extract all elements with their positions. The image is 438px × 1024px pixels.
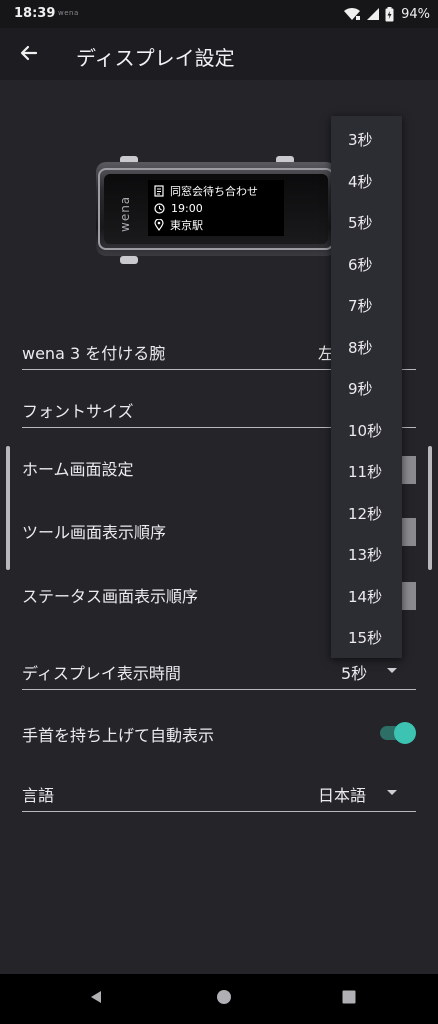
device-brand-logo: wena (118, 195, 132, 232)
page-title: ディスプレイ設定 (76, 46, 235, 70)
raise-to-wake-toggle[interactable] (380, 722, 416, 744)
signal-icon (366, 7, 380, 21)
calendar-icon (154, 185, 164, 197)
setting-raise-to-wake[interactable]: 手首を持ち上げて自動表示 (22, 718, 416, 752)
dropdown-option[interactable]: 15秒 (331, 617, 402, 658)
screen-row-time: 19:00 (154, 200, 203, 216)
recents-square-icon (341, 989, 357, 1009)
device-preview: wena 同窓会待ち合わせ 19:00 東京駅 (96, 150, 336, 270)
screen-time-text: 19:00 (171, 201, 203, 215)
app-bar: ディスプレイ設定 (0, 28, 438, 80)
drag-handle[interactable] (402, 518, 416, 546)
wifi-icon (343, 7, 361, 21)
status-icons: 94% (343, 5, 430, 23)
setting-language-value: 日本語 (318, 786, 367, 805)
device-button-bottom-left (120, 256, 138, 264)
setting-status-order-label: ステータス画面表示順序 (22, 587, 199, 606)
drag-handle[interactable] (402, 456, 416, 484)
dropdown-option[interactable]: 4秒 (331, 161, 402, 202)
dropdown-option[interactable]: 6秒 (331, 244, 402, 285)
nav-back-button[interactable] (84, 987, 108, 1011)
dropdown-option[interactable]: 5秒 (331, 202, 402, 243)
screen-row-location: 東京駅 (154, 217, 203, 233)
setting-raise-to-wake-label: 手首を持ち上げて自動表示 (22, 726, 215, 745)
home-circle-icon (216, 989, 232, 1009)
screen-row-event: 同窓会待ち合わせ (154, 183, 258, 199)
back-triangle-icon (88, 989, 104, 1009)
location-icon (154, 219, 164, 231)
arrow-left-icon (19, 43, 39, 67)
setting-language-label: 言語 (22, 786, 55, 805)
drag-handle[interactable] (402, 582, 416, 610)
status-bar: 18:39 wena 94% (0, 0, 438, 28)
setting-tool-order-label: ツール画面表示順序 (22, 523, 167, 542)
back-button[interactable] (14, 40, 44, 70)
status-app-label: wena (58, 9, 79, 17)
scroll-indicator-left (6, 446, 10, 570)
clock-icon (154, 202, 165, 214)
setting-wrist-label: wena 3 を付ける腕 (22, 344, 166, 363)
dropdown-option[interactable]: 10秒 (331, 410, 402, 451)
dropdown-option[interactable]: 12秒 (331, 493, 402, 534)
setting-language[interactable]: 言語 日本語 (22, 778, 416, 812)
battery-percent: 94% (401, 6, 430, 22)
dropdown-option[interactable]: 13秒 (331, 534, 402, 575)
dropdown-option[interactable]: 3秒 (331, 119, 402, 160)
divider (22, 811, 416, 812)
dropdown-option[interactable]: 8秒 (331, 327, 402, 368)
chevron-down-icon (387, 790, 397, 795)
setting-home-screen-label: ホーム画面設定 (22, 460, 134, 479)
device-screen: 同窓会待ち合わせ 19:00 東京駅 (148, 180, 284, 236)
scroll-indicator-right (428, 446, 432, 570)
display-time-dropdown[interactable]: 3秒 4秒 5秒 6秒 7秒 8秒 9秒 10秒 11秒 12秒 13秒 14秒 15秒 (331, 116, 402, 658)
divider (22, 689, 416, 690)
dropdown-option[interactable]: 14秒 (331, 576, 402, 617)
dropdown-option[interactable]: 9秒 (331, 368, 402, 409)
toggle-thumb (394, 722, 416, 744)
navigation-bar (0, 974, 438, 1024)
nav-recents-button[interactable] (337, 987, 361, 1011)
setting-display-time-value: 5秒 (341, 664, 368, 683)
nav-home-button[interactable] (212, 987, 236, 1011)
screen-location-text: 東京駅 (170, 219, 203, 232)
chevron-down-icon (387, 668, 397, 673)
setting-display-time[interactable]: ディスプレイ表示時間 5秒 (22, 656, 416, 690)
setting-font-size-label: フォントサイズ (22, 402, 134, 421)
setting-display-time-label: ディスプレイ表示時間 (22, 664, 181, 683)
status-time: 18:39 (14, 6, 56, 21)
battery-icon (385, 6, 394, 22)
dropdown-option[interactable]: 7秒 (331, 285, 402, 326)
screen-event-text: 同窓会待ち合わせ (170, 185, 258, 198)
dropdown-option[interactable]: 11秒 (331, 451, 402, 492)
